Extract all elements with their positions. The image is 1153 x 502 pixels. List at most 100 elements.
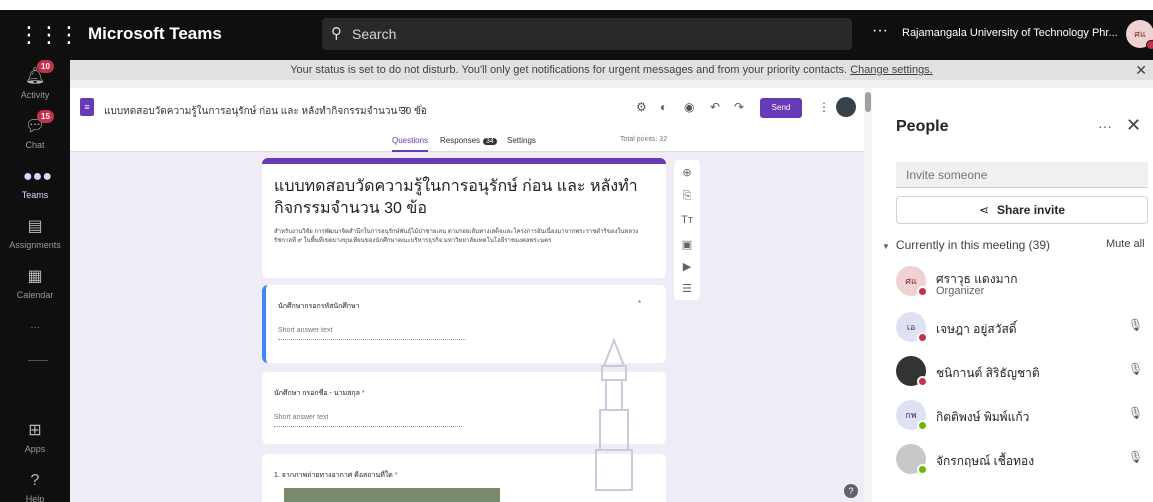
preview-eye-icon[interactable]: ◉ — [684, 100, 694, 114]
responses-count-badge: 34 — [483, 138, 497, 145]
rail-item-teams[interactable]: ●●● Teams — [0, 166, 70, 200]
tab-responses-label: Responses — [440, 136, 481, 145]
more-vert-icon[interactable]: ⋮ — [818, 100, 830, 114]
rail-label: Apps — [24, 444, 46, 454]
in-meeting-section[interactable]: ▼ Currently in this meeting (39) — [882, 238, 1050, 252]
dnd-status-icon — [1146, 40, 1153, 50]
rail-item-chat[interactable]: 💬︎ 15 Chat — [0, 110, 70, 150]
import-questions-icon[interactable]: ⎘ — [674, 190, 700, 203]
question-text: นักศึกษา กรอกชื่อ - นามสกุล — [274, 390, 360, 397]
banner-text: Your status is set to do not disturb. Yo… — [290, 64, 848, 76]
short-answer-field: Short answer text — [278, 327, 466, 340]
short-answer-field: Short answer text — [274, 414, 462, 427]
profile-avatar[interactable]: ศแ — [1126, 20, 1153, 50]
section-label: Currently in this meeting (39) — [895, 238, 1050, 252]
mic-off-icon[interactable]: 🎙︎ — [1128, 362, 1143, 376]
participant-row[interactable]: กพ กิตติพงษ์ พิมพ์แก้ว 🎙︎ — [896, 398, 1148, 432]
people-more-options-button[interactable]: ··· — [1098, 118, 1112, 134]
app-name: Microsoft Teams — [88, 24, 222, 43]
add-question-icon[interactable]: ⊕ — [674, 166, 700, 179]
rail-item-activity[interactable]: 🔔︎ 10 Activity — [0, 60, 70, 100]
mic-off-icon[interactable]: 🎙︎ — [1128, 318, 1143, 332]
more-apps-icon: ··· — [30, 322, 40, 332]
send-button[interactable]: Send — [760, 98, 802, 118]
close-panel-icon[interactable]: ✕ — [1126, 115, 1141, 136]
form-toolbar: ≡ แบบทดสอบวัดความรู้ในการอนุรักษ์ ก่อน แ… — [70, 88, 872, 152]
tab-settings[interactable]: Settings — [507, 136, 536, 145]
avatar-initials: ศแ — [1134, 29, 1146, 39]
assignments-icon: ▤ — [27, 218, 43, 235]
rail-label: Assignments — [9, 240, 61, 250]
mute-all-button[interactable]: Mute all — [1106, 238, 1145, 250]
form-title: แบบทดสอบวัดความรู้ในการอนุรักษ์ ก่อน และ… — [104, 106, 427, 117]
customize-theme-icon[interactable]: ⚙ — [636, 100, 647, 114]
form-description: สำหรับงานวิจัย การพัฒนาจิตสำนึกในการอนุร… — [274, 229, 639, 244]
chat-icon: 💬︎ 15 — [23, 110, 54, 138]
help-icon[interactable]: ? — [844, 484, 858, 498]
mic-off-icon[interactable]: 🎙︎ — [1128, 406, 1143, 420]
search-input[interactable]: ⚲ Search — [322, 18, 852, 50]
scroll-thumb[interactable] — [865, 92, 871, 112]
total-points: Total points: 32 — [620, 136, 668, 143]
required-mark: * — [638, 299, 642, 308]
undo-icon[interactable]: ↶ — [710, 100, 720, 114]
search-placeholder: Search — [352, 26, 397, 42]
add-image-icon[interactable]: ▣ — [674, 238, 700, 251]
palette-icon[interactable]: ◐ — [660, 100, 667, 114]
invite-someone-input[interactable] — [896, 162, 1148, 188]
more-options-button[interactable]: ··· — [872, 22, 888, 40]
rail-item-assignments[interactable]: ▤ Assignments — [0, 216, 70, 250]
participant-name: เจษฎา อยู่สวัสดิ์ — [936, 322, 1017, 336]
shared-form-pane: ≡ แบบทดสอบวัดความรู้ในการอนุรักษ์ ก่อน แ… — [70, 88, 872, 502]
change-settings-link[interactable]: Change settings. — [850, 64, 933, 76]
search-icon: ⚲ — [331, 25, 342, 42]
share-icon: ⋖ — [978, 203, 990, 217]
mic-off-icon[interactable]: 🎙︎ — [1128, 450, 1143, 464]
participant-name: กิตติพงษ์ พิมพ์แก้ว — [936, 410, 1030, 424]
rail-item-help[interactable]: ? Help — [0, 470, 70, 502]
available-status-icon — [917, 464, 928, 475]
aerial-photo-image — [284, 488, 500, 502]
star-icon[interactable]: ☆ — [416, 102, 426, 115]
required-mark: * — [361, 390, 365, 397]
share-invite-button[interactable]: ⋖ Share invite — [896, 196, 1148, 224]
app-launcher-icon[interactable]: ⋮⋮⋮ — [18, 20, 80, 60]
close-icon[interactable]: ✕ — [1135, 60, 1147, 80]
dnd-banner: Your status is set to do not disturb. Yo… — [70, 60, 1153, 80]
tab-questions[interactable]: Questions — [392, 136, 429, 152]
chevron-down-icon: ▼ — [882, 242, 890, 251]
rail-label: Help — [25, 494, 45, 502]
participant-row[interactable]: ศแ ศราวุธ แดงมาก Organizer — [896, 264, 1148, 298]
calendar-icon: ▦ — [27, 268, 43, 285]
tab-responses[interactable]: Responses 34 — [440, 136, 497, 145]
rail-label: Teams — [21, 190, 49, 200]
add-section-icon[interactable]: ☰ — [674, 282, 700, 295]
rail-label: Calendar — [16, 290, 54, 300]
bell-icon: 🔔︎ 10 — [23, 60, 54, 88]
rail-item-apps[interactable]: ⊞ Apps — [0, 420, 70, 454]
rail-divider — [28, 360, 48, 361]
participant-row[interactable]: เอ เจษฎา อยู่สวัสดิ์ 🎙︎ — [896, 310, 1148, 344]
form-scrollbar[interactable] — [864, 88, 872, 502]
question-toolbar: ⊕ ⎘ Tт ▣ ▶ ☰ — [674, 160, 700, 300]
participant-row[interactable]: จักรกฤษณ์ เชื้อทอง 🎙︎ — [896, 442, 1148, 476]
apps-icon: ⊞ — [28, 422, 42, 439]
question-label: นักศึกษากรอกรหัสนักศึกษา — [278, 303, 360, 310]
dnd-status-icon — [917, 332, 928, 343]
org-name[interactable]: Rajamangala University of Technology Phr… — [902, 27, 1118, 39]
rail-item-calendar[interactable]: ▦ Calendar — [0, 266, 70, 300]
question-label: นักศึกษา กรอกชื่อ - นามสกุล * — [274, 388, 365, 399]
share-invite-label: Share invite — [997, 203, 1066, 217]
add-title-icon[interactable]: Tт — [674, 214, 700, 226]
rail-label: Activity — [20, 90, 50, 100]
form-header-card[interactable]: แบบทดสอบวัดความรู้ในการอนุรักษ์ ก่อน และ… — [262, 158, 666, 278]
add-video-icon[interactable]: ▶ — [674, 260, 700, 273]
rail-item-more[interactable]: ··· — [0, 322, 70, 332]
form-heading: แบบทดสอบวัดความรู้ในการอนุรักษ์ ก่อน และ… — [274, 178, 638, 217]
participant-row[interactable]: ชนิกานต์ สิริธัญชาติ 🎙︎ — [896, 354, 1148, 388]
user-avatar[interactable] — [836, 97, 856, 117]
rail-label: Chat — [25, 140, 45, 150]
dnd-status-icon — [917, 376, 928, 387]
redo-icon[interactable]: ↷ — [734, 100, 744, 114]
folder-icon[interactable]: ▭ — [398, 102, 408, 115]
